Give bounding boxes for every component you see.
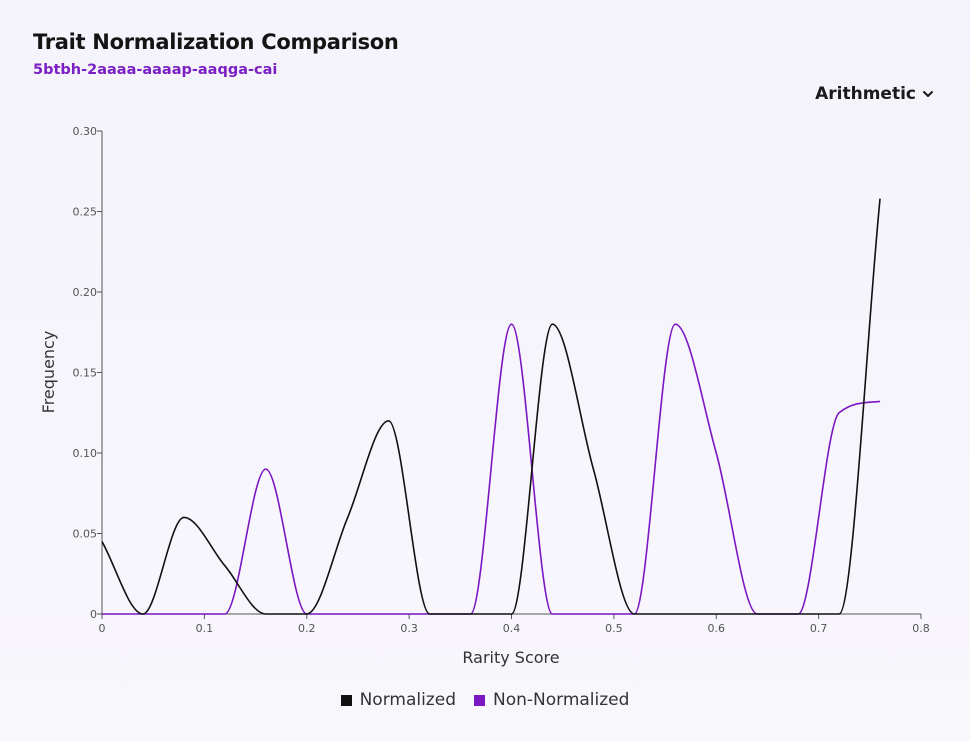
- x-tick-label: 0.2: [298, 622, 316, 635]
- chart-legend: Normalized Non-Normalized: [0, 690, 970, 710]
- y-axis-label: Frequency: [39, 331, 58, 414]
- x-tick-label: 0.5: [605, 622, 623, 635]
- legend-item-non-normalized[interactable]: Non-Normalized: [473, 690, 630, 710]
- x-tick-label: 0.7: [810, 622, 828, 635]
- legend-swatch-normalized: [340, 694, 352, 706]
- y-tick-label: 0: [90, 608, 97, 621]
- x-tick-label: 0.6: [708, 622, 726, 635]
- series-line-normalized: [101, 198, 881, 615]
- legend-label-normalized: Normalized: [359, 690, 456, 710]
- legend-label-non-normalized: Non-Normalized: [492, 690, 630, 710]
- legend-swatch-non-normalized: [473, 694, 485, 706]
- y-tick-label: 0.10: [73, 447, 98, 460]
- x-axis-label: Rarity Score: [462, 648, 559, 667]
- series-line-non-normalized: [101, 323, 881, 615]
- y-tick-label: 0.05: [73, 528, 98, 541]
- x-tick-label: 0.4: [503, 622, 521, 635]
- y-tick-label: 0.20: [73, 286, 98, 299]
- y-tick-label: 0.15: [73, 367, 98, 380]
- frequency-chart: 0 0.05 0.10 0.15 0.20 0.25 0.30 0 0.1 0.2 0.3 0.4 0.…: [39, 125, 930, 667]
- x-tick-label: 0.1: [196, 622, 214, 635]
- x-tick-label: 0.3: [400, 622, 418, 635]
- x-tick-label: 0: [99, 622, 106, 635]
- legend-item-normalized[interactable]: Normalized: [340, 690, 456, 710]
- y-tick-label: 0.25: [73, 206, 98, 219]
- x-tick-label: 0.8: [912, 622, 930, 635]
- y-tick-label: 0.30: [73, 125, 98, 138]
